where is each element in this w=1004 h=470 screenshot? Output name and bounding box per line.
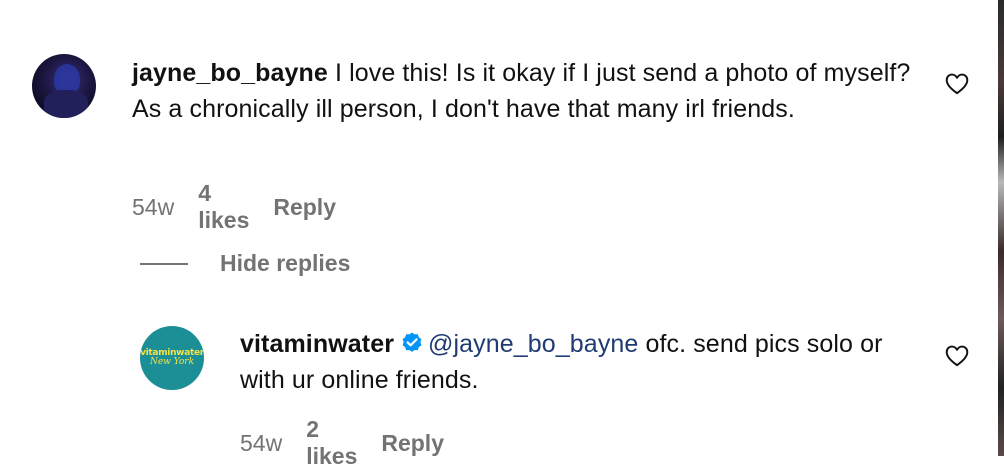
avatar[interactable]: vitaminwater New York (140, 326, 204, 390)
comment-timestamp[interactable]: 54w (132, 194, 174, 221)
comment-likes[interactable]: 4 likes (198, 180, 249, 234)
heart-icon[interactable] (944, 343, 970, 369)
divider-line (140, 262, 188, 265)
reply-text: vitaminwater @jayne_bo_bayne ofc. send p… (240, 326, 930, 398)
hide-replies-button[interactable]: Hide replies (140, 250, 350, 277)
heart-icon[interactable] (944, 71, 970, 97)
reply-button[interactable]: Reply (381, 430, 444, 457)
comment-text: jayne_bo_bayne I love this! Is it okay i… (132, 55, 922, 127)
mention-link[interactable]: @jayne_bo_bayne (428, 330, 638, 358)
reply-button[interactable]: Reply (273, 194, 336, 221)
background-edge (998, 0, 1004, 456)
verified-badge-icon (402, 332, 422, 352)
hide-replies-label: Hide replies (220, 250, 351, 276)
avatar[interactable] (32, 54, 96, 118)
reply-meta: 54w 2 likes Reply (240, 416, 444, 470)
comment-username[interactable]: jayne_bo_bayne (132, 59, 328, 87)
previous-replies-link-clipped (232, 0, 392, 6)
brand-logo-subtext: New York (149, 357, 195, 367)
reply-username[interactable]: vitaminwater (240, 330, 394, 358)
reply-timestamp[interactable]: 54w (240, 430, 282, 457)
comment-meta: 54w 4 likes Reply (132, 180, 336, 234)
reply-likes[interactable]: 2 likes (306, 416, 357, 470)
